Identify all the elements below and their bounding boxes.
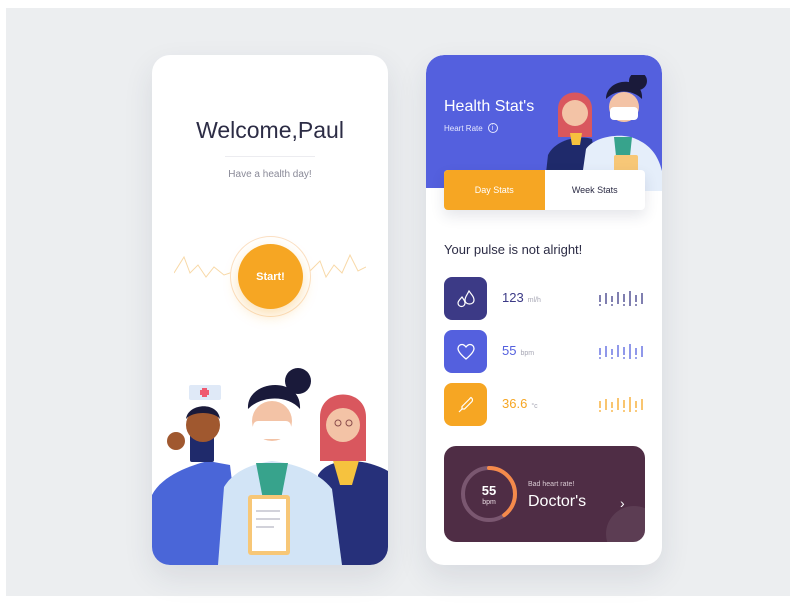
stats-tabs: Day Stats Week Stats (444, 170, 645, 210)
drops-icon (444, 277, 487, 320)
welcome-screen: Welcome,Paul Have a health day! Start! (152, 55, 388, 565)
background (6, 8, 790, 596)
card-title: Doctor's (528, 493, 587, 510)
info-icon[interactable]: i (487, 123, 498, 133)
stat-value: 123 ml/h (502, 290, 541, 305)
stat-value: 36.6 °c (502, 396, 538, 411)
gauge-unit: bpm (482, 499, 496, 506)
stat-value: 55 bpm (502, 343, 534, 358)
stat-number: 123 (502, 290, 524, 305)
stat-row-heart-rate[interactable]: 55 bpm (444, 330, 645, 373)
stat-row-temperature[interactable]: 36.6 °c (444, 383, 645, 426)
stat-unit: °c (531, 403, 538, 410)
divider (225, 156, 315, 157)
card-subtitle: Bad heart rate! (528, 481, 575, 488)
bars-icon (599, 344, 643, 359)
doctor-card[interactable]: 55 bpm Bad heart rate! Doctor's › (444, 446, 645, 542)
card-decoration (606, 506, 645, 542)
medical-team-illustration (152, 368, 388, 565)
bars-icon (599, 291, 643, 306)
stat-number: 36.6 (502, 396, 528, 411)
heart-rate-label: Heart Rate i (444, 123, 498, 133)
stat-number: 55 (502, 343, 517, 358)
chevron-right-icon[interactable]: › (620, 495, 625, 511)
stat-row-flow[interactable]: 123 ml/h (444, 277, 645, 320)
page-title: Health Stat's (444, 98, 535, 115)
stat-unit: bpm (520, 350, 535, 357)
start-button[interactable]: Start! (238, 244, 303, 309)
welcome-title: Welcome,Paul (196, 117, 344, 143)
welcome-subtitle: Have a health day! (228, 169, 312, 180)
heart-rate-text: Heart Rate (444, 123, 483, 133)
gauge-value: 55 (481, 483, 497, 498)
pulse-message: Your pulse is not alright! (444, 242, 583, 257)
heart-icon (444, 330, 487, 373)
tab-week-stats[interactable]: Week Stats (545, 170, 646, 210)
bars-icon (599, 397, 643, 412)
health-stats-screen: Health Stat's Heart Rate i Day Stats Wee… (426, 55, 662, 565)
thermometer-icon (444, 383, 487, 426)
tab-day-stats[interactable]: Day Stats (444, 170, 545, 210)
stat-unit: ml/h (527, 297, 541, 304)
